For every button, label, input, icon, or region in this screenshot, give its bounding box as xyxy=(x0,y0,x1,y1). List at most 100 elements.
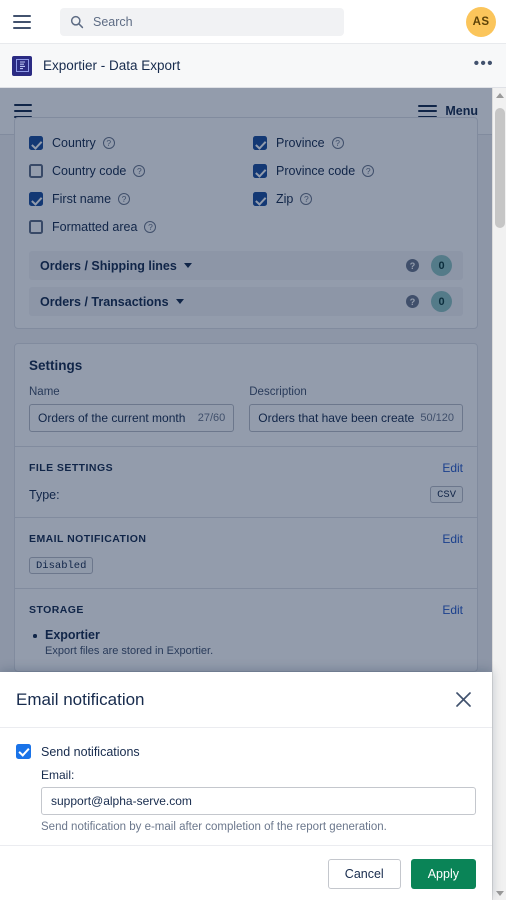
description-counter: 50/120 xyxy=(420,412,454,424)
edit-file-settings-link[interactable]: Edit xyxy=(442,461,463,475)
accordion-orders-transactions[interactable]: Orders / Transactions ? 0 xyxy=(29,287,463,316)
description-input[interactable]: Orders that have been create 50/120 xyxy=(249,404,463,432)
send-notifications-row[interactable]: Send notifications xyxy=(16,744,476,759)
field-label: Zip xyxy=(276,192,294,206)
scroll-up-arrow[interactable] xyxy=(493,88,506,102)
app-more-options-button[interactable]: ••• xyxy=(474,56,494,71)
send-notifications-label: Send notifications xyxy=(41,744,140,759)
help-icon[interactable]: ? xyxy=(406,295,419,308)
checkbox-first-name[interactable] xyxy=(29,192,43,206)
field-row-formatted-area[interactable]: Formatted area ? xyxy=(29,216,239,238)
settings-heading: Settings xyxy=(29,358,83,373)
app-header: Exportier - Data Export ••• xyxy=(0,44,506,88)
settings-fields: Name Orders of the current month 27/60 D… xyxy=(29,386,463,432)
help-icon[interactable]: ? xyxy=(118,193,131,205)
field-row-zip[interactable]: Zip ? xyxy=(253,188,463,210)
checkbox-zip[interactable] xyxy=(253,192,267,206)
email-notification-status: Disabled xyxy=(29,557,94,574)
scroll-down-arrow[interactable] xyxy=(493,886,506,900)
dialog-header: Email notification xyxy=(0,672,492,728)
frame-hamburger-icon[interactable] xyxy=(14,104,32,118)
name-label: Name xyxy=(29,386,60,398)
accordion-title: Orders / Shipping lines xyxy=(40,258,177,273)
description-value: Orders that have been create xyxy=(258,411,415,425)
email-notification-dialog: Email notification Send notifications Em… xyxy=(0,672,492,900)
field-label: Province code xyxy=(276,164,356,178)
field-row-province-code[interactable]: Province code ? xyxy=(253,160,463,182)
frame-menu-label: Menu xyxy=(445,104,478,118)
email-label: Email: xyxy=(41,768,75,782)
search-icon xyxy=(70,15,84,28)
menu-bar-line xyxy=(13,14,31,17)
email-value: support@alpha-serve.com xyxy=(51,794,192,808)
menu-bar-line xyxy=(13,20,31,23)
field-row-country-code[interactable]: Country code ? xyxy=(29,160,239,182)
menu-bar-line xyxy=(14,110,32,112)
field-row-province[interactable]: Province ? xyxy=(253,132,463,154)
file-settings-section: FILE SETTINGS Edit Type: CSV xyxy=(15,446,477,517)
storage-item-name: Exportier xyxy=(45,628,100,642)
storage-list-item: Exportier Export files are stored in Exp… xyxy=(33,628,463,657)
field-label: Country code xyxy=(52,164,127,178)
file-type-label: Type: xyxy=(29,487,60,502)
help-icon[interactable]: ? xyxy=(331,137,344,149)
help-icon[interactable]: ? xyxy=(102,137,115,149)
field-label: Province xyxy=(276,136,325,150)
help-icon[interactable]: ? xyxy=(362,165,375,177)
help-icon[interactable]: ? xyxy=(133,165,146,177)
checkbox-province[interactable] xyxy=(253,136,267,150)
field-row-country[interactable]: Country ? xyxy=(29,132,239,154)
chevron-down-icon xyxy=(183,263,192,268)
menu-bar-line xyxy=(14,104,32,106)
menu-bar-line xyxy=(418,110,438,112)
edit-storage-link[interactable]: Edit xyxy=(442,603,463,617)
description-field-group: Description Orders that have been create… xyxy=(249,386,463,432)
app-window: Search AS Exportier - Data Export ••• Me… xyxy=(0,0,506,900)
file-settings-heading: FILE SETTINGS xyxy=(29,462,114,474)
help-icon[interactable]: ? xyxy=(406,259,419,272)
field-row-first-name[interactable]: First name ? xyxy=(29,188,239,210)
email-notification-header: EMAIL NOTIFICATION Edit xyxy=(29,532,463,546)
email-notification-status-row: Disabled xyxy=(29,557,463,574)
settings-section: Settings Name Orders of the current mont… xyxy=(15,344,477,446)
help-icon[interactable]: ? xyxy=(144,221,157,233)
settings-card: Settings Name Orders of the current mont… xyxy=(14,343,478,672)
cancel-button[interactable]: Cancel xyxy=(327,858,401,889)
checkbox-send-notifications[interactable] xyxy=(16,744,31,759)
email-field[interactable]: support@alpha-serve.com xyxy=(41,787,476,815)
file-type-value: CSV xyxy=(430,486,463,503)
browser-top-bar: Search AS xyxy=(0,0,506,44)
close-icon[interactable] xyxy=(450,687,476,713)
avatar[interactable]: AS xyxy=(466,7,496,37)
email-notification-section: EMAIL NOTIFICATION Edit Disabled xyxy=(15,517,477,588)
field-checkbox-grid: Country ? Province ? Country code ? Prov… xyxy=(29,132,463,244)
checkbox-province-code[interactable] xyxy=(253,164,267,178)
page-scrollbar[interactable] xyxy=(492,88,506,900)
file-type-row: Type: CSV xyxy=(29,486,463,503)
edit-email-notification-link[interactable]: Edit xyxy=(442,532,463,546)
email-field-group: Email: support@alpha-serve.com Send noti… xyxy=(41,768,476,833)
email-notification-heading: EMAIL NOTIFICATION xyxy=(29,533,147,545)
file-settings-header: FILE SETTINGS Edit xyxy=(29,461,463,475)
checkbox-formatted-area[interactable] xyxy=(29,220,43,234)
storage-item-description: Export files are stored in Exportier. xyxy=(45,645,214,657)
storage-section: STORAGE Edit Exportier Export files are … xyxy=(15,588,477,671)
accordion-orders-shipping-lines[interactable]: Orders / Shipping lines ? 0 xyxy=(29,251,463,280)
menu-bar-line xyxy=(13,26,31,29)
help-icon[interactable]: ? xyxy=(300,193,313,205)
frame-menu-button[interactable]: Menu xyxy=(418,104,478,118)
exportier-app-icon xyxy=(12,55,32,76)
fields-card: Country ? Province ? Country code ? Prov… xyxy=(14,117,478,329)
main-menu-icon[interactable] xyxy=(0,14,44,29)
storage-header: STORAGE Edit xyxy=(29,603,463,617)
checkbox-country-code[interactable] xyxy=(29,164,43,178)
apply-button[interactable]: Apply xyxy=(410,858,476,889)
search-input[interactable]: Search xyxy=(60,7,344,36)
field-row-spacer xyxy=(253,216,463,244)
menu-bar-line xyxy=(418,104,438,107)
name-input[interactable]: Orders of the current month 27/60 xyxy=(29,404,235,432)
checkbox-country[interactable] xyxy=(29,136,43,150)
name-field-group: Name Orders of the current month 27/60 xyxy=(29,386,235,432)
scrollbar-thumb[interactable] xyxy=(495,108,505,228)
name-counter: 27/60 xyxy=(197,412,226,424)
